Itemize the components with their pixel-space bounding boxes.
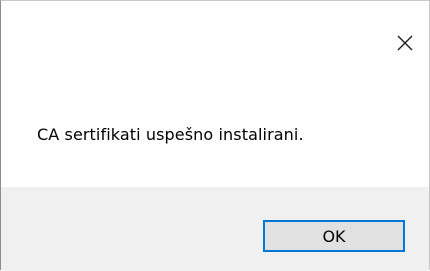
dialog-footer: OK (1, 187, 429, 271)
ok-button[interactable]: OK (263, 220, 405, 252)
message-dialog: CA sertifikati uspešno instalirani. OK (0, 0, 430, 271)
close-icon (397, 35, 413, 51)
close-button[interactable] (385, 23, 425, 63)
dialog-message: CA sertifikati uspešno instalirani. (37, 125, 304, 144)
